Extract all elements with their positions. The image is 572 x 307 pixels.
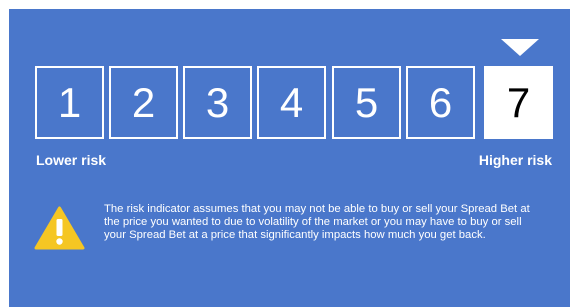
higher-risk-label: Higher risk xyxy=(478,152,552,168)
risk-level-2: 2 xyxy=(109,66,178,139)
selected-level-marker-icon xyxy=(501,39,539,56)
risk-level-4: 4 xyxy=(257,66,326,139)
risk-level-6: 6 xyxy=(406,66,475,139)
risk-scale: 1 2 3 4 5 6 7 xyxy=(35,66,553,140)
risk-level-1: 1 xyxy=(35,66,104,139)
warning-icon xyxy=(34,206,85,250)
risk-level-7-selected: 7 xyxy=(484,66,553,139)
lower-risk-label: Lower risk xyxy=(36,152,107,168)
risk-level-3: 3 xyxy=(183,66,252,139)
risk-disclaimer-text: The risk indicator assumes that you may … xyxy=(104,203,530,242)
risk-level-5: 5 xyxy=(332,66,401,139)
